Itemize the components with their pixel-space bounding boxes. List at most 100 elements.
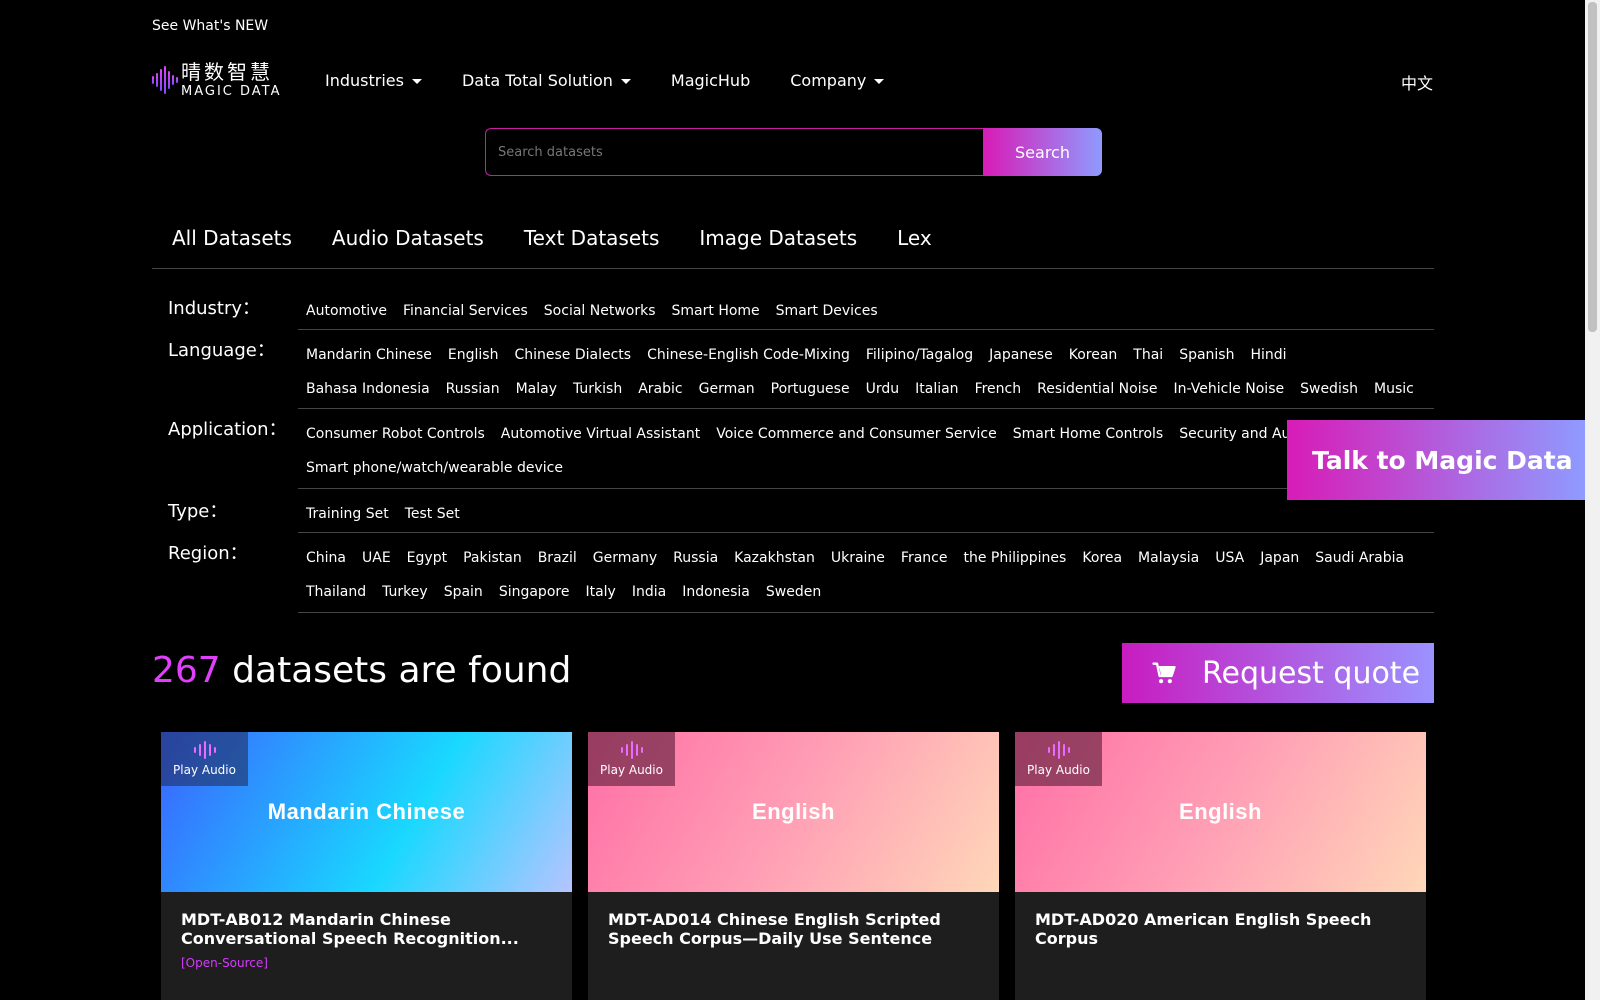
language-switch[interactable]: 中文 — [1401, 70, 1433, 94]
filter-options: Mandarin Chinese English Chinese Dialects C… — [298, 330, 1434, 409]
tab-text-datasets[interactable]: Text Datasets — [504, 220, 680, 268]
filter-option[interactable]: Thai — [1125, 338, 1171, 372]
filter-option[interactable]: Security and Au — [1171, 417, 1298, 451]
filter-option[interactable]: Spanish — [1171, 338, 1242, 372]
dataset-card[interactable]: Play Audio Mandarin Chinese MDT-AB012 Ma… — [161, 732, 572, 1000]
filter-option[interactable]: Test Set — [397, 497, 468, 531]
filter-option[interactable]: Music — [1366, 372, 1422, 406]
play-audio-button[interactable]: Play Audio — [161, 732, 248, 786]
tab-all-datasets[interactable]: All Datasets — [152, 220, 312, 268]
play-audio-button[interactable]: Play Audio — [588, 732, 675, 786]
filter-options: Training Set Test Set — [298, 489, 1434, 533]
filter-option[interactable]: Italy — [577, 575, 623, 609]
search-input[interactable] — [485, 128, 983, 176]
tab-image-datasets[interactable]: Image Datasets — [679, 220, 877, 268]
filter-option[interactable]: Turkey — [374, 575, 436, 609]
filter-option[interactable]: Kazakhstan — [726, 541, 823, 575]
card-title[interactable]: MDT-AD020 American English Speech Corpus — [1035, 910, 1406, 948]
filter-option[interactable]: Korean — [1061, 338, 1126, 372]
brand-logo[interactable]: 晴数智慧 MAGIC DATA — [152, 58, 285, 102]
filter-option[interactable]: China — [298, 541, 354, 575]
filter-option[interactable]: USA — [1207, 541, 1252, 575]
filter-option[interactable]: Portuguese — [763, 372, 858, 406]
filter-option[interactable]: Egypt — [399, 541, 455, 575]
request-quote-button[interactable]: Request quote — [1122, 643, 1434, 703]
filter-option[interactable]: Chinese-English Code-Mixing — [639, 338, 858, 372]
filter-option[interactable]: English — [440, 338, 507, 372]
card-title[interactable]: MDT-AD014 Chinese English Scripted Speec… — [608, 910, 979, 948]
dataset-card[interactable]: Play Audio English MDT-AD020 American En… — [1015, 732, 1426, 1000]
caret-down-icon — [874, 78, 885, 84]
filter-option[interactable]: In-Vehicle Noise — [1166, 372, 1293, 406]
nav-item-label: Data Total Solution — [461, 70, 613, 90]
filter-option[interactable]: Malay — [508, 372, 565, 406]
filter-option[interactable]: Voice Commerce and Consumer Service — [708, 417, 1005, 451]
filter-options: China UAE Egypt Pakistan Brazil Germany Russia… — [298, 533, 1434, 613]
filter-option[interactable]: Smart Home — [664, 294, 768, 328]
nav-company[interactable]: Company — [790, 70, 885, 90]
filter-option[interactable]: Malaysia — [1130, 541, 1207, 575]
nav-magichub[interactable]: MagicHub — [671, 71, 750, 90]
filter-option[interactable]: Russian — [438, 372, 508, 406]
card-tag: [Open-Source] — [181, 956, 268, 970]
filter-option[interactable]: Germany — [585, 541, 665, 575]
filter-option[interactable]: Ukraine — [823, 541, 893, 575]
filter-option[interactable]: Pakistan — [455, 541, 530, 575]
nav-data-total-solution[interactable]: Data Total Solution — [462, 71, 631, 90]
search-button[interactable]: Search — [983, 128, 1102, 176]
filter-option[interactable]: Russia — [665, 541, 726, 575]
filter-option[interactable]: Consumer Robot Controls — [298, 417, 493, 451]
filter-option[interactable]: Turkish — [565, 372, 630, 406]
nav-item-label: Company — [790, 70, 867, 90]
filter-option[interactable]: Residential Noise — [1029, 372, 1165, 406]
filter-option[interactable]: UAE — [354, 541, 399, 575]
filter-option[interactable]: Mandarin Chinese — [298, 338, 440, 372]
filter-option[interactable]: Arabic — [630, 372, 690, 406]
filter-option[interactable]: Singapore — [491, 575, 578, 609]
filter-option[interactable]: Smart Devices — [768, 294, 886, 328]
filter-option[interactable]: Korea — [1074, 541, 1130, 575]
filter-option[interactable]: Sweden — [758, 575, 829, 609]
filter-label: Language： — [168, 340, 275, 361]
logo-chinese: 晴数智慧 — [181, 60, 273, 84]
filter-region: Region： China UAE Egypt Pakistan Brazil Germa… — [152, 533, 1434, 613]
filter-option[interactable]: Automotive Virtual Assistant — [493, 417, 708, 451]
dataset-card[interactable]: Play Audio English MDT-AD014 Chinese Eng… — [588, 732, 999, 1000]
whats-new-link[interactable]: See What's NEW — [152, 18, 268, 34]
filter-option[interactable]: Smart Home Controls — [1005, 417, 1172, 451]
filter-option[interactable]: Filipino/Tagalog — [858, 338, 981, 372]
filter-option[interactable]: Thailand — [298, 575, 374, 609]
tab-lex[interactable]: Lex — [877, 220, 952, 268]
filter-option[interactable]: Swedish — [1292, 372, 1366, 406]
filter-option[interactable]: Japanese — [981, 338, 1061, 372]
play-audio-button[interactable]: Play Audio — [1015, 732, 1102, 786]
card-title[interactable]: MDT-AB012 Mandarin Chinese Conversationa… — [181, 910, 552, 948]
tab-audio-datasets[interactable]: Audio Datasets — [312, 220, 504, 268]
filter-option[interactable]: Indonesia — [674, 575, 758, 609]
filter-option[interactable]: Urdu — [858, 372, 908, 406]
filter-option[interactable]: India — [624, 575, 674, 609]
nav-industries[interactable]: Industries — [325, 71, 422, 90]
filter-option[interactable]: Smart phone/watch/wearable device — [298, 451, 571, 485]
filter-option[interactable]: Chinese Dialects — [506, 338, 639, 372]
filter-option[interactable]: Brazil — [530, 541, 585, 575]
filter-option[interactable]: Automotive — [298, 294, 395, 328]
filter-option[interactable]: Bahasa Indonesia — [298, 372, 438, 406]
filter-option[interactable]: Japan — [1252, 541, 1307, 575]
scrollbar-thumb[interactable] — [1588, 2, 1597, 332]
filter-option[interactable]: Spain — [436, 575, 491, 609]
page-scrollbar[interactable] — [1585, 0, 1600, 1000]
filter-label: Type： — [168, 501, 228, 522]
filter-option[interactable]: the Philippines — [955, 541, 1074, 575]
filter-option[interactable]: French — [967, 372, 1030, 406]
filter-option[interactable]: German — [691, 372, 763, 406]
filter-option[interactable]: Italian — [907, 372, 966, 406]
filter-option[interactable]: France — [893, 541, 956, 575]
filter-option[interactable]: Hindi — [1242, 338, 1294, 372]
filter-option[interactable]: Saudi Arabia — [1307, 541, 1412, 575]
filter-option[interactable]: Training Set — [298, 497, 397, 531]
filter-option[interactable]: Social Networks — [536, 294, 664, 328]
card-cover-title: Mandarin Chinese — [267, 799, 466, 824]
talk-to-magic-data-button[interactable]: Talk to Magic Data — [1287, 420, 1585, 500]
filter-option[interactable]: Financial Services — [395, 294, 536, 328]
